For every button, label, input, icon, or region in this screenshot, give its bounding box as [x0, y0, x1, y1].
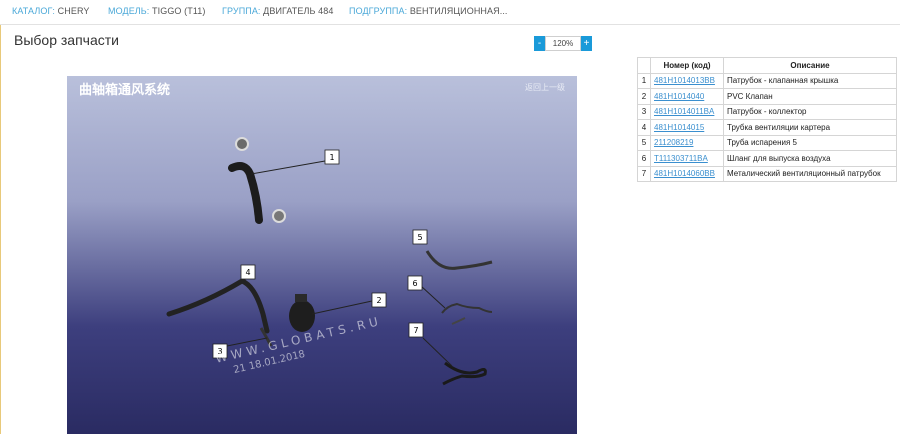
- callout-4[interactable]: 4: [245, 268, 250, 277]
- zoom-control: - 120% +: [534, 36, 592, 51]
- col-num-header: [637, 57, 651, 74]
- diagram-header: 曲轴箱通风系统: [79, 82, 170, 98]
- part-code-link[interactable]: 481H1014060BB: [654, 169, 715, 178]
- part-code-link[interactable]: 211208219: [654, 138, 693, 147]
- breadcrumb-group[interactable]: ГРУППА: ДВИГАТЕЛЬ 484: [222, 6, 333, 16]
- callout-6[interactable]: 6: [412, 279, 417, 288]
- table-header-row: Номер (код) Описание: [637, 57, 897, 74]
- breadcrumb-bar: КАТАЛОГ: CHERY МОДЕЛЬ: TIGGO (T11) ГРУПП…: [0, 0, 900, 25]
- part-code-link[interactable]: T111303711BA: [654, 154, 708, 163]
- part-code-link[interactable]: 481H1014013BB: [654, 76, 715, 85]
- breadcrumb-subgroup[interactable]: ПОДГРУППА: ВЕНТИЛЯЦИОННАЯ...: [349, 6, 508, 16]
- part-code-link[interactable]: 481H1014015: [654, 123, 704, 132]
- col-code-header: Номер (код): [650, 57, 724, 74]
- diagram-canvas: 曲轴箱通风系统 返回上一级 1 4 2 3 5 6 7 WWW.GLOBATS.…: [67, 76, 577, 434]
- part-code-link[interactable]: 481H1014011BA: [654, 107, 714, 116]
- callout-1[interactable]: 1: [329, 153, 334, 162]
- table-row: 6 T111303711BA Шланг для выпуска воздуха: [637, 150, 897, 167]
- table-row: 3 481H1014011BA Патрубок - коллектор: [637, 103, 897, 120]
- callout-7[interactable]: 7: [413, 326, 418, 335]
- page-title: Выбор запчасти: [14, 32, 119, 48]
- col-desc-header: Описание: [723, 57, 897, 74]
- breadcrumb-model[interactable]: МОДЕЛЬ: TIGGO (T11): [108, 6, 205, 16]
- table-row: 5 211208219 Труба испарения 5: [637, 134, 897, 151]
- zoom-in-button[interactable]: +: [581, 36, 592, 51]
- diagram-back-link[interactable]: 返回上一级: [525, 82, 565, 92]
- table-row: 1 481H1014013BB Патрубок - клапанная крышк…: [637, 72, 897, 89]
- diagram-background: [67, 76, 577, 434]
- table-row: 2 481H1014040 PVC Клапан: [637, 88, 897, 105]
- parts-diagram[interactable]: 曲轴箱通风系统 返回上一级 1 4 2 3 5 6 7 WWW.GLOBATS.…: [67, 76, 577, 434]
- part-code-link[interactable]: 481H1014040: [654, 92, 704, 101]
- callout-2[interactable]: 2: [376, 296, 381, 305]
- table-row: 4 481H1014015 Трубка вентиляции картера: [637, 119, 897, 136]
- breadcrumb-catalog[interactable]: КАТАЛОГ: CHERY: [12, 6, 89, 16]
- zoom-out-button[interactable]: -: [534, 36, 545, 51]
- parts-table: Номер (код) Описание 1 481H1014013BB Патру…: [637, 57, 897, 182]
- table-row: 7 481H1014060BB Металический вентиляционны…: [637, 165, 897, 182]
- zoom-level: 120%: [545, 36, 581, 51]
- callout-5[interactable]: 5: [417, 233, 422, 242]
